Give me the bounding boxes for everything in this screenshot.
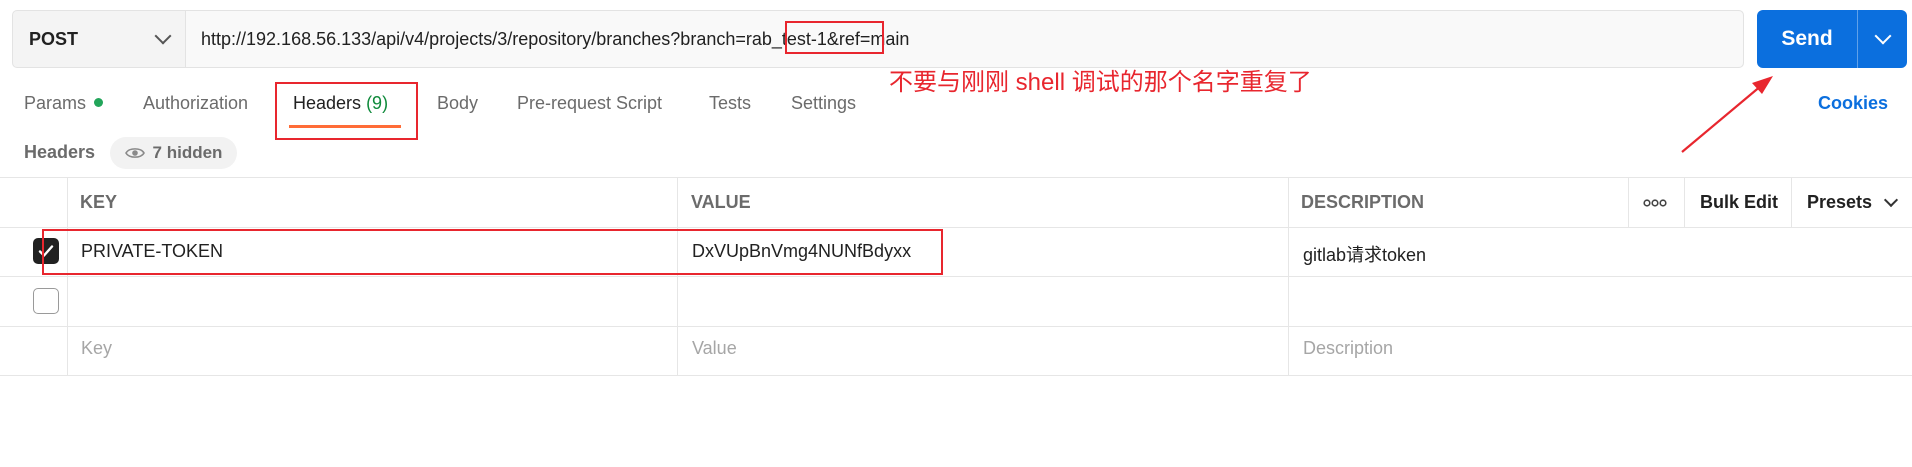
column-header-description: DESCRIPTION bbox=[1301, 192, 1425, 212]
url-text: http://192.168.56.133/api/v4/projects/3/… bbox=[201, 28, 910, 49]
cookies-link[interactable]: Cookies bbox=[1818, 93, 1888, 114]
column-divider bbox=[1684, 177, 1685, 227]
chevron-down-icon bbox=[1874, 27, 1891, 45]
more-horizontal-icon bbox=[1643, 199, 1667, 207]
red-arrow-annotation bbox=[1681, 76, 1773, 153]
column-divider bbox=[1628, 177, 1629, 227]
new-description-input[interactable]: Description bbox=[1303, 338, 1393, 359]
eye-icon bbox=[124, 146, 145, 160]
table-divider bbox=[0, 276, 1912, 277]
table-divider bbox=[0, 326, 1912, 327]
method-label: POST bbox=[29, 28, 79, 49]
tab-authorization[interactable]: Authorization bbox=[143, 93, 248, 114]
table-divider bbox=[0, 227, 1912, 228]
tab-body[interactable]: Body bbox=[437, 93, 478, 114]
table-divider bbox=[0, 375, 1912, 376]
checkmark-icon bbox=[38, 245, 54, 257]
tab-headers-count: (9) bbox=[366, 93, 389, 113]
send-button[interactable]: Send bbox=[1757, 10, 1857, 68]
tab-headers-label: Headers bbox=[293, 93, 362, 113]
new-key-input[interactable]: Key bbox=[81, 338, 112, 359]
tab-settings[interactable]: Settings bbox=[791, 93, 856, 114]
chevron-down-icon bbox=[154, 27, 172, 45]
tab-tests[interactable]: Tests bbox=[709, 93, 751, 114]
header-key-cell[interactable]: PRIVATE-TOKEN bbox=[81, 241, 223, 262]
tab-headers[interactable]: Headers (9) bbox=[293, 93, 388, 114]
column-divider bbox=[67, 177, 68, 375]
hidden-headers-label: 7 hidden bbox=[152, 143, 223, 162]
column-divider bbox=[677, 177, 678, 375]
status-dot-icon bbox=[94, 98, 104, 107]
column-header-value: VALUE bbox=[691, 192, 751, 212]
presets-dropdown[interactable]: Presets bbox=[1807, 192, 1899, 213]
method-select[interactable]: POST bbox=[13, 11, 186, 67]
hidden-headers-toggle[interactable]: 7 hidden bbox=[110, 137, 237, 169]
header-description-cell[interactable]: gitlab请求token bbox=[1303, 241, 1426, 267]
presets-label: Presets bbox=[1807, 192, 1873, 212]
tab-params[interactable]: Params bbox=[24, 93, 104, 114]
chevron-down-icon bbox=[1883, 192, 1899, 208]
active-tab-indicator bbox=[289, 125, 401, 128]
table-border-top bbox=[0, 177, 1912, 178]
send-button-group: Send bbox=[1757, 10, 1907, 68]
annotation-note: 不要与刚刚 shell 调试的那个名字重复了 bbox=[889, 69, 1312, 96]
new-value-input[interactable]: Value bbox=[692, 338, 737, 359]
request-bar: POST http://192.168.56.133/api/v4/projec… bbox=[12, 10, 1744, 68]
headers-section-title: Headers bbox=[24, 142, 96, 162]
header-value-cell[interactable]: DxVUpBnVmg4NUNfBdyxx bbox=[692, 241, 911, 262]
more-options-button[interactable] bbox=[1643, 192, 1667, 213]
column-divider bbox=[1288, 177, 1289, 375]
tab-pre-request-script[interactable]: Pre-request Script bbox=[517, 93, 662, 114]
send-options-button[interactable] bbox=[1857, 10, 1907, 68]
column-divider bbox=[1791, 177, 1792, 227]
url-input[interactable]: http://192.168.56.133/api/v4/projects/3/… bbox=[186, 11, 1743, 67]
bulk-edit-button[interactable]: Bulk Edit bbox=[1700, 192, 1778, 213]
column-header-key: KEY bbox=[80, 192, 118, 212]
row-enabled-checkbox[interactable] bbox=[33, 288, 59, 314]
tab-params-label: Params bbox=[24, 93, 87, 113]
row-enabled-checkbox[interactable] bbox=[33, 238, 59, 264]
